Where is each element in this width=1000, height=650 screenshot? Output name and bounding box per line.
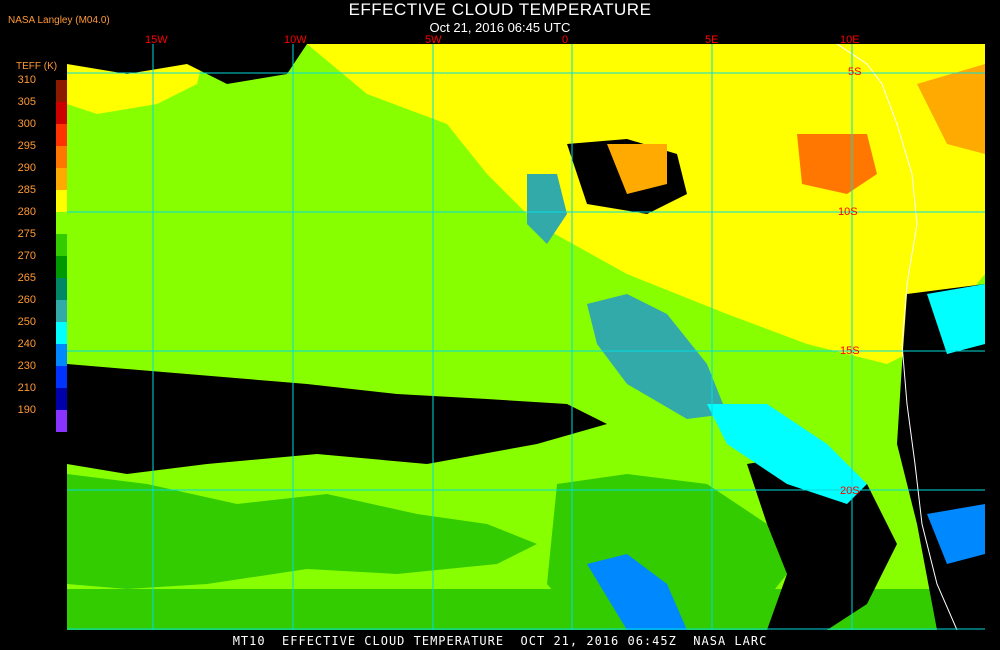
map-title: EFFECTIVE CLOUD TEMPERATURE bbox=[348, 0, 652, 19]
legend-tick-label: 285 bbox=[17, 184, 36, 196]
legend-tick-label: 310 bbox=[17, 74, 36, 86]
legend-tick-label: 230 bbox=[17, 360, 36, 372]
legend-tick-label: 275 bbox=[17, 228, 36, 240]
legend-tick-label: 210 bbox=[17, 382, 36, 394]
cloud-temperature-image bbox=[67, 44, 985, 630]
legend-tick-label: 290 bbox=[17, 162, 36, 174]
longitude-label: 15W bbox=[145, 34, 168, 46]
credit-label: NASA Langley (M04.0) bbox=[8, 15, 110, 26]
latitude-label: 5S bbox=[848, 66, 862, 78]
satellite-map[interactable] bbox=[67, 44, 985, 630]
footer-caption: MT10 EFFECTIVE CLOUD TEMPERATURE OCT 21,… bbox=[232, 634, 768, 648]
legend-tick-label: 305 bbox=[17, 96, 36, 108]
legend-tick-label: 240 bbox=[17, 338, 36, 350]
legend-tick-label: 265 bbox=[17, 272, 36, 284]
longitude-label: 5W bbox=[425, 34, 442, 46]
legend-title: TEFF (K) bbox=[16, 61, 58, 72]
legend-tick-label: 300 bbox=[17, 118, 36, 130]
legend-tick-label: 260 bbox=[17, 294, 36, 306]
legend-tick-label: 270 bbox=[17, 250, 36, 262]
longitude-label: 10E bbox=[840, 34, 860, 46]
longitude-label: 10W bbox=[284, 34, 307, 46]
longitude-label: 0 bbox=[562, 34, 569, 46]
longitude-label: 5E bbox=[705, 34, 719, 46]
legend-tick-label: 295 bbox=[17, 140, 36, 152]
latitude-label: 10S bbox=[838, 206, 858, 218]
legend-tick-label: 190 bbox=[17, 404, 36, 416]
map-subtitle: Oct 21, 2016 06:45 UTC bbox=[429, 20, 571, 35]
latitude-label: 20S bbox=[840, 485, 860, 497]
latitude-label: 15S bbox=[840, 345, 860, 357]
legend-tick-label: 280 bbox=[17, 206, 36, 218]
legend-tick-label: 250 bbox=[17, 316, 36, 328]
